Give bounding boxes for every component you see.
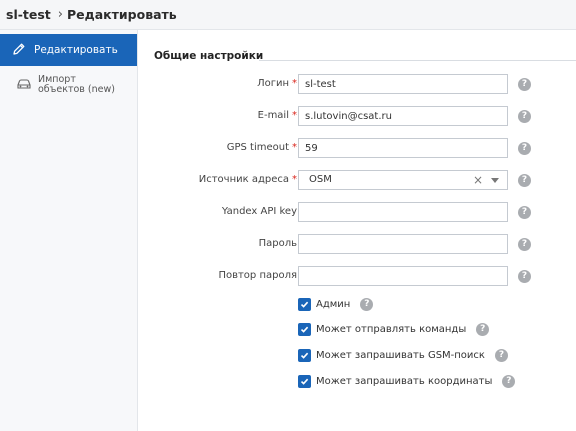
required-mark: * xyxy=(292,174,297,185)
help-icon[interactable]: ? xyxy=(476,322,490,336)
help-icon[interactable]: ? xyxy=(518,270,531,283)
help-icon[interactable]: ? xyxy=(518,78,531,91)
login-row: Логин* ? xyxy=(139,74,576,96)
help-icon[interactable]: ? xyxy=(360,297,374,311)
email-row: E-mail* ? xyxy=(139,106,576,128)
breadcrumb-root[interactable]: sl-test xyxy=(6,7,51,22)
breadcrumb-separator: › xyxy=(57,7,63,22)
help-icon[interactable]: ? xyxy=(518,238,531,251)
required-mark: * xyxy=(292,142,297,153)
pencil-icon xyxy=(12,42,26,59)
checkbox-coordinates-row: Может запрашивать координаты ? xyxy=(298,373,516,389)
checkbox-admin-row: Админ ? xyxy=(298,296,374,312)
send-commands-checkbox[interactable] xyxy=(298,322,311,336)
sidebar-item-import[interactable]: Импорт объектов (new) xyxy=(0,72,137,98)
gps-timeout-label: GPS timeout * xyxy=(226,142,297,153)
required-mark: * xyxy=(292,78,297,89)
coordinates-label: Может запрашивать координаты xyxy=(316,375,493,387)
password-repeat-field[interactable] xyxy=(298,266,508,286)
sidebar-item-label: Импорт объектов (new) xyxy=(38,75,115,95)
chevron-down-icon[interactable] xyxy=(491,178,499,183)
gsm-search-checkbox[interactable] xyxy=(298,348,311,362)
car-icon xyxy=(16,78,32,93)
gps-timeout-field[interactable] xyxy=(298,138,508,158)
coordinates-checkbox[interactable] xyxy=(298,374,311,388)
help-icon[interactable]: ? xyxy=(518,206,531,219)
address-source-value: OSM xyxy=(309,174,332,185)
sidebar-item-edit[interactable]: Редактировать xyxy=(0,34,137,66)
admin-checkbox[interactable] xyxy=(298,297,311,311)
password-repeat-label: Повтор пароля xyxy=(218,270,297,281)
sidebar: Редактировать Импорт объектов (new) xyxy=(0,30,138,431)
breadcrumb: sl-test › Редактировать xyxy=(0,0,576,30)
required-mark: * xyxy=(292,110,297,121)
password-label: Пароль xyxy=(258,238,297,249)
yandex-api-key-field[interactable] xyxy=(298,202,508,222)
help-icon[interactable]: ? xyxy=(518,174,531,187)
email-label: E-mail * xyxy=(257,110,297,121)
help-icon[interactable]: ? xyxy=(518,110,531,123)
password-row: Пароль ? xyxy=(139,234,576,256)
login-field[interactable] xyxy=(298,74,508,94)
password-repeat-row: Повтор пароля ? xyxy=(139,266,576,288)
gps-timeout-row: GPS timeout* ? xyxy=(139,138,576,160)
address-source-label: Источник адреса * xyxy=(198,174,297,185)
help-icon[interactable]: ? xyxy=(494,348,508,362)
login-label: Логин * xyxy=(257,78,297,89)
help-icon[interactable]: ? xyxy=(518,142,531,155)
clear-icon[interactable]: × xyxy=(473,171,483,189)
section-title: Общие настройки xyxy=(154,50,264,62)
address-source-row: Источник адреса * OSM × ? xyxy=(139,170,576,192)
yandex-api-key-row: Yandex API key ? xyxy=(139,202,576,224)
page-title: Редактировать xyxy=(67,7,177,22)
yandex-api-key-label: Yandex API key xyxy=(221,206,297,217)
send-commands-label: Может отправлять команды xyxy=(316,323,467,335)
email-field[interactable] xyxy=(298,106,508,126)
checkbox-send-commands-row: Может отправлять команды ? xyxy=(298,321,490,337)
sidebar-item-label: Редактировать xyxy=(34,44,118,56)
sidebar-item-label-line2: объектов (new) xyxy=(38,84,115,95)
help-icon[interactable]: ? xyxy=(502,374,516,388)
main-content: Общие настройки Логин* ? E-mail* ? GPS t… xyxy=(139,30,576,431)
address-source-select[interactable]: OSM × xyxy=(298,170,508,190)
gsm-search-label: Может запрашивать GSM-поиск xyxy=(316,349,485,361)
checkbox-gsm-search-row: Может запрашивать GSM-поиск ? xyxy=(298,347,508,363)
password-field[interactable] xyxy=(298,234,508,254)
admin-label: Админ xyxy=(316,298,351,310)
section-divider xyxy=(259,60,576,61)
